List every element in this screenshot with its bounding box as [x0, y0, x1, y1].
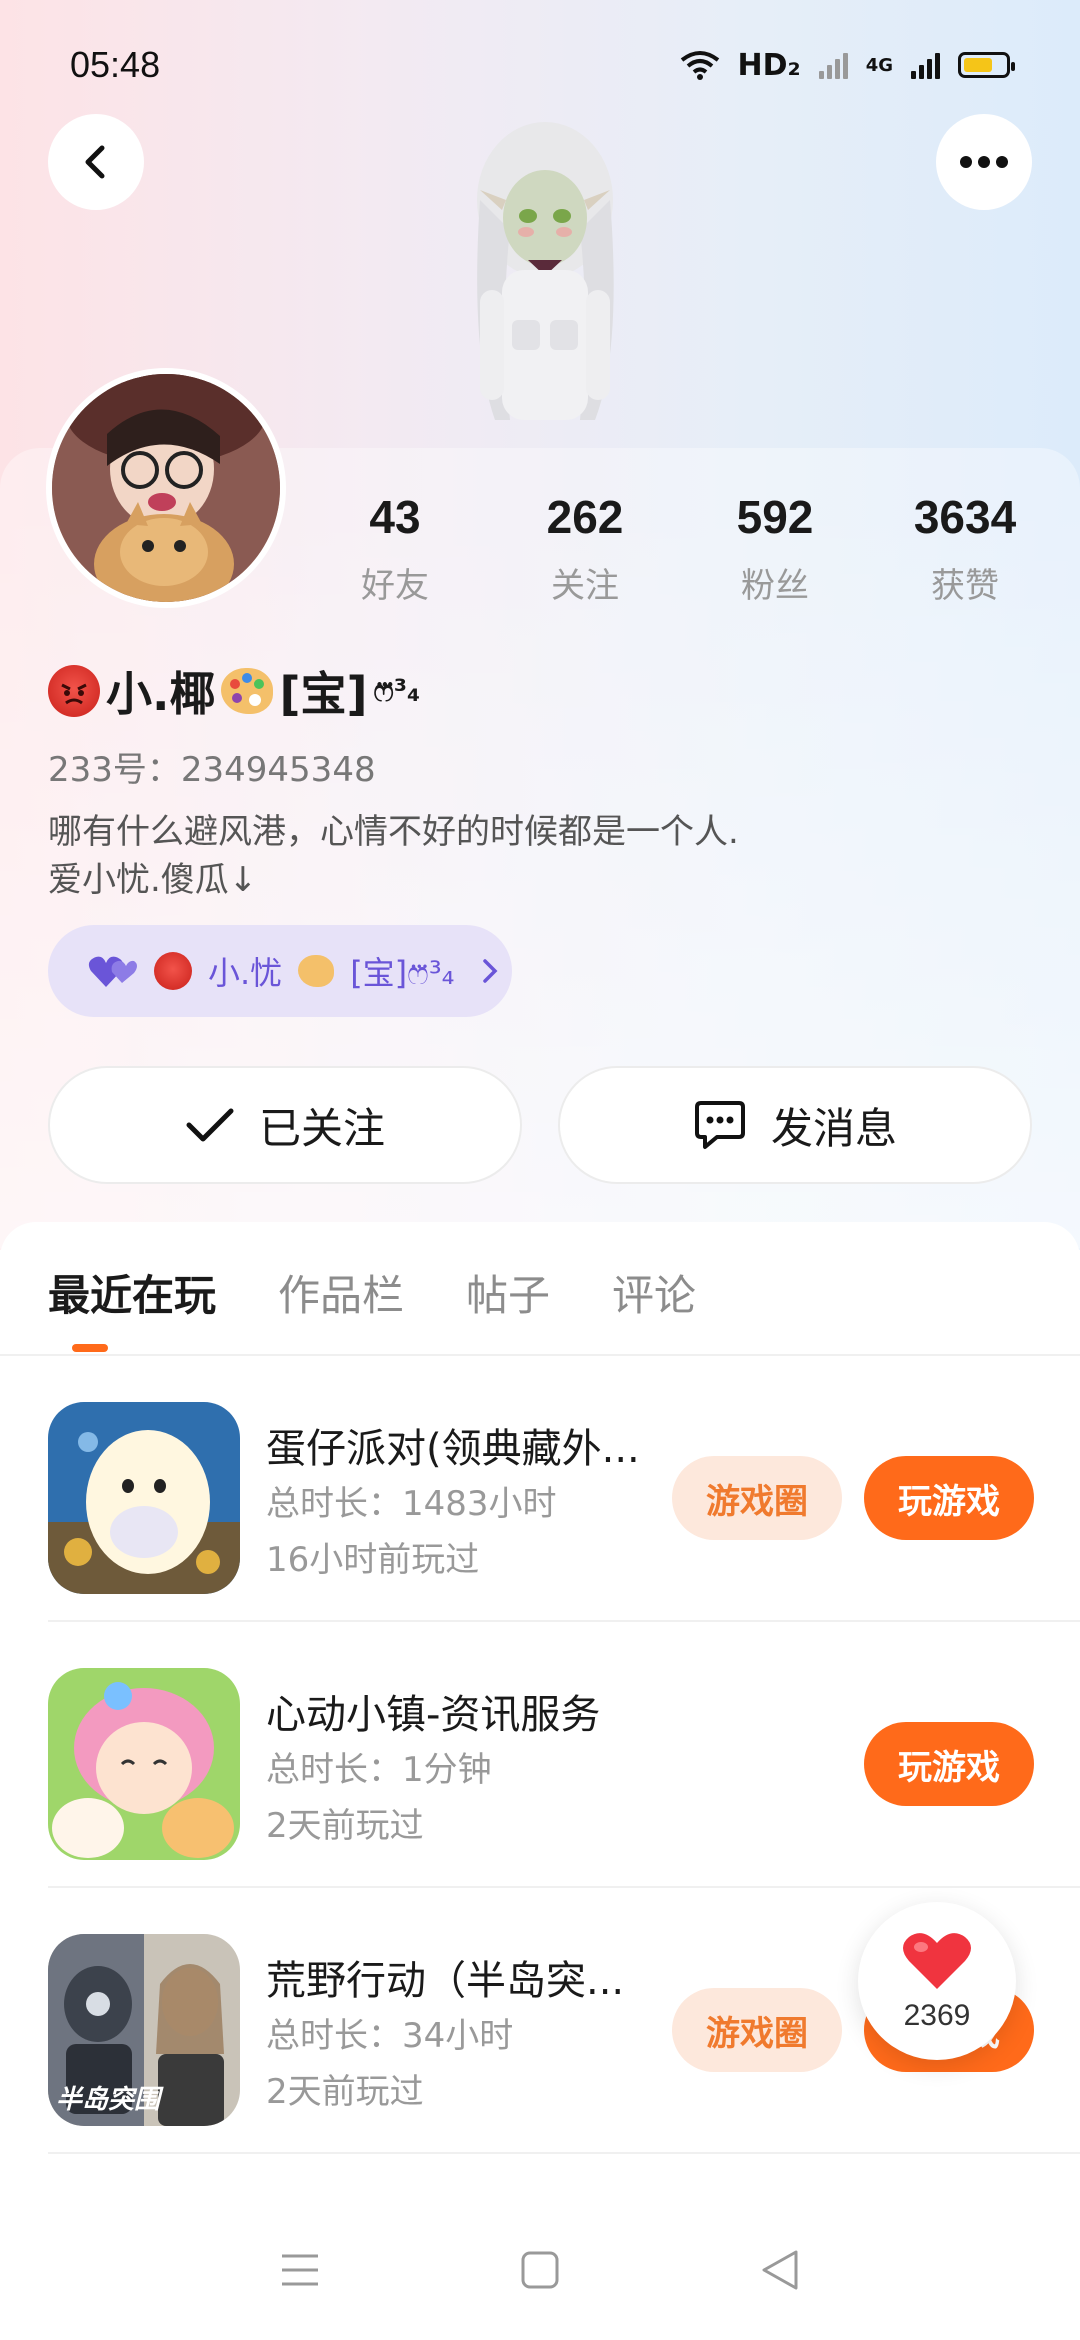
game-duration: 总时长：1483小时 — [266, 1484, 557, 1524]
send-message-button[interactable]: 发消息 — [558, 1066, 1032, 1184]
back-triangle-icon — [762, 2250, 798, 2290]
game-icon-text: 半岛突围 — [56, 2085, 161, 2115]
cp-relationship-tag[interactable]: 小.忧 [宝]ෆ⃛³₄ — [48, 925, 512, 1017]
stat-label: 好友 — [361, 566, 429, 606]
stat-label: 获赞 — [931, 566, 999, 606]
stat-number: 43 — [369, 491, 421, 543]
user-id: 233号：234945348 — [48, 750, 376, 790]
avatar-figure-image — [477, 122, 614, 420]
game-icon: 半岛突围 — [48, 1934, 240, 2126]
status-icons: HD₂ 4G — [680, 47, 1015, 83]
game-circle-button[interactable]: 游戏圈 — [672, 1456, 842, 1540]
chat-icon — [694, 1101, 745, 1149]
heart-icon — [903, 1933, 971, 1989]
status-time: 05:48 — [70, 44, 161, 85]
palette-icon — [221, 668, 274, 714]
back-button[interactable] — [48, 114, 144, 210]
avatar[interactable] — [46, 368, 286, 608]
game-circle-button[interactable]: 游戏圈 — [672, 1988, 842, 2072]
stat-likes[interactable]: 3634 获赞 — [870, 490, 1060, 607]
network-type: 4G — [865, 54, 893, 76]
angry-face-icon — [154, 952, 192, 990]
chevron-right-icon — [483, 959, 498, 983]
following-label: 已关注 — [258, 1103, 385, 1153]
stat-number: 262 — [546, 491, 624, 543]
nickname: 小.椰 [宝] ෆ⃛³₄ — [48, 658, 420, 724]
tab-works[interactable]: 作品栏 — [278, 1262, 404, 1323]
divider — [48, 2152, 1080, 2154]
game-duration: 总时长：1分钟 — [266, 1750, 492, 1790]
stat-label: 关注 — [551, 566, 619, 606]
home-button[interactable] — [510, 2240, 570, 2300]
stat-following[interactable]: 262 关注 — [490, 490, 680, 607]
game-duration: 总时长：34小时 — [266, 2016, 514, 2056]
tab-indicator — [72, 1344, 108, 1352]
more-icon — [960, 156, 1008, 168]
game-icon — [48, 1668, 240, 1860]
stat-label: 粉丝 — [741, 566, 809, 606]
stat-number: 592 — [736, 491, 814, 543]
stat-number: 3634 — [913, 491, 1017, 543]
game-title: 荒野行动（半岛突... — [266, 1958, 625, 2004]
bio-line: 爱小忧.傻瓜↓ — [48, 860, 258, 900]
system-back-button[interactable] — [750, 2240, 810, 2300]
menu-button[interactable] — [270, 2240, 330, 2300]
list-item[interactable]: 心动小镇-资讯服务 总时长：1分钟 2天前玩过 玩游戏 — [48, 1622, 1080, 1888]
play-game-button[interactable]: 玩游戏 — [864, 1456, 1034, 1540]
bio: 哪有什么避风港，心情不好的时候都是一个人. 爱小忧.傻瓜↓ — [48, 808, 739, 904]
game-title: 蛋仔派对(领典藏外... — [266, 1426, 640, 1472]
system-nav-bar — [0, 2200, 1080, 2340]
profile-stats: 43 好友 262 关注 592 粉丝 3634 获赞 — [300, 490, 1060, 607]
list-item[interactable]: 蛋仔派对(领典藏外... 总时长：1483小时 16小时前玩过 游戏圈 玩游戏 — [48, 1356, 1080, 1622]
cp-suffix: [宝]ෆ⃛³₄ — [350, 954, 455, 992]
game-icon — [48, 1402, 240, 1594]
back-icon — [85, 145, 105, 179]
game-last-played: 2天前玩过 — [266, 2072, 424, 2112]
stat-friends[interactable]: 43 好友 — [300, 490, 490, 607]
network-label: HD₂ — [737, 47, 801, 83]
stat-fans[interactable]: 592 粉丝 — [680, 490, 870, 607]
cp-name: 小.忧 — [208, 954, 283, 992]
tab-bar: 最近在玩 作品栏 帖子 评论 — [48, 1262, 696, 1323]
game-title: 心动小镇-资讯服务 — [266, 1692, 601, 1738]
tab-comments[interactable]: 评论 — [612, 1262, 696, 1323]
avatar-photo — [52, 374, 280, 602]
bio-line: 哪有什么避风港，心情不好的时候都是一个人. — [48, 812, 739, 852]
play-game-button[interactable]: 玩游戏 — [864, 1722, 1034, 1806]
content-panel: 最近在玩 作品栏 帖子 评论 蛋仔派对(领典藏外... 总时长：1483小时 1… — [0, 1222, 1080, 2340]
wifi-icon — [680, 51, 719, 80]
like-bubble[interactable]: 2369 — [858, 1902, 1016, 2060]
status-bar: 05:48 HD₂ 4G — [0, 0, 1080, 130]
game-last-played: 2天前玩过 — [266, 1806, 424, 1846]
battery-icon — [958, 52, 1015, 78]
tab-recently-played[interactable]: 最近在玩 — [48, 1262, 216, 1323]
nickname-text: 小.椰 — [106, 667, 216, 721]
nickname-suffix: [宝] — [279, 667, 368, 721]
menu-icon — [282, 2254, 318, 2286]
nickname-deco: ෆ⃛³₄ — [373, 673, 421, 709]
like-count: 2369 — [903, 1999, 971, 2032]
signal-icon — [911, 51, 940, 79]
tab-posts[interactable]: 帖子 — [466, 1262, 550, 1323]
double-heart-icon — [88, 956, 137, 987]
avatar-photo-image — [52, 374, 280, 602]
check-icon — [186, 1108, 234, 1142]
more-button[interactable] — [936, 114, 1032, 210]
home-icon — [521, 2251, 559, 2289]
game-last-played: 16小时前玩过 — [266, 1540, 480, 1580]
angry-face-icon — [48, 665, 100, 717]
signal-icon — [818, 51, 848, 79]
palette-icon — [298, 955, 335, 987]
following-button[interactable]: 已关注 — [48, 1066, 522, 1184]
message-label: 发消息 — [770, 1103, 897, 1153]
